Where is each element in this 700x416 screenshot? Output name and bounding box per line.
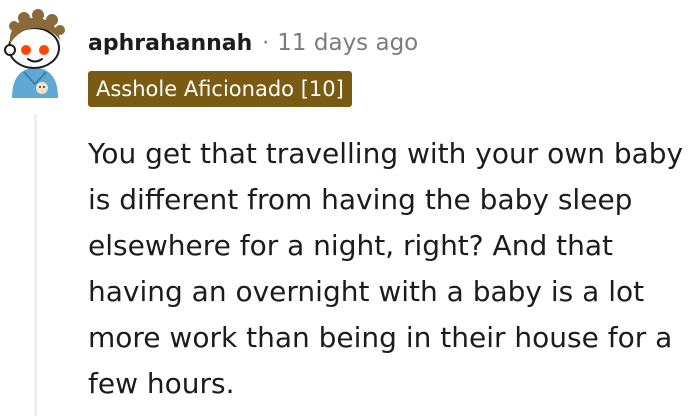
thread-line[interactable] xyxy=(34,114,37,416)
snoo-avatar-icon xyxy=(4,9,65,98)
comment-header: aphrahannah · 11 days ago xyxy=(88,26,418,60)
user-flair-badge: Asshole Aficionado [10] xyxy=(88,71,352,107)
user-avatar[interactable] xyxy=(2,6,68,102)
meta-separator: · xyxy=(262,30,270,56)
comment: aphrahannah · 11 days ago Asshole Aficio… xyxy=(0,0,700,416)
comment-timestamp[interactable]: 11 days ago xyxy=(277,30,418,56)
comment-body: You get that travelling with your own ba… xyxy=(88,137,684,400)
username-link[interactable]: aphrahannah xyxy=(88,31,252,56)
